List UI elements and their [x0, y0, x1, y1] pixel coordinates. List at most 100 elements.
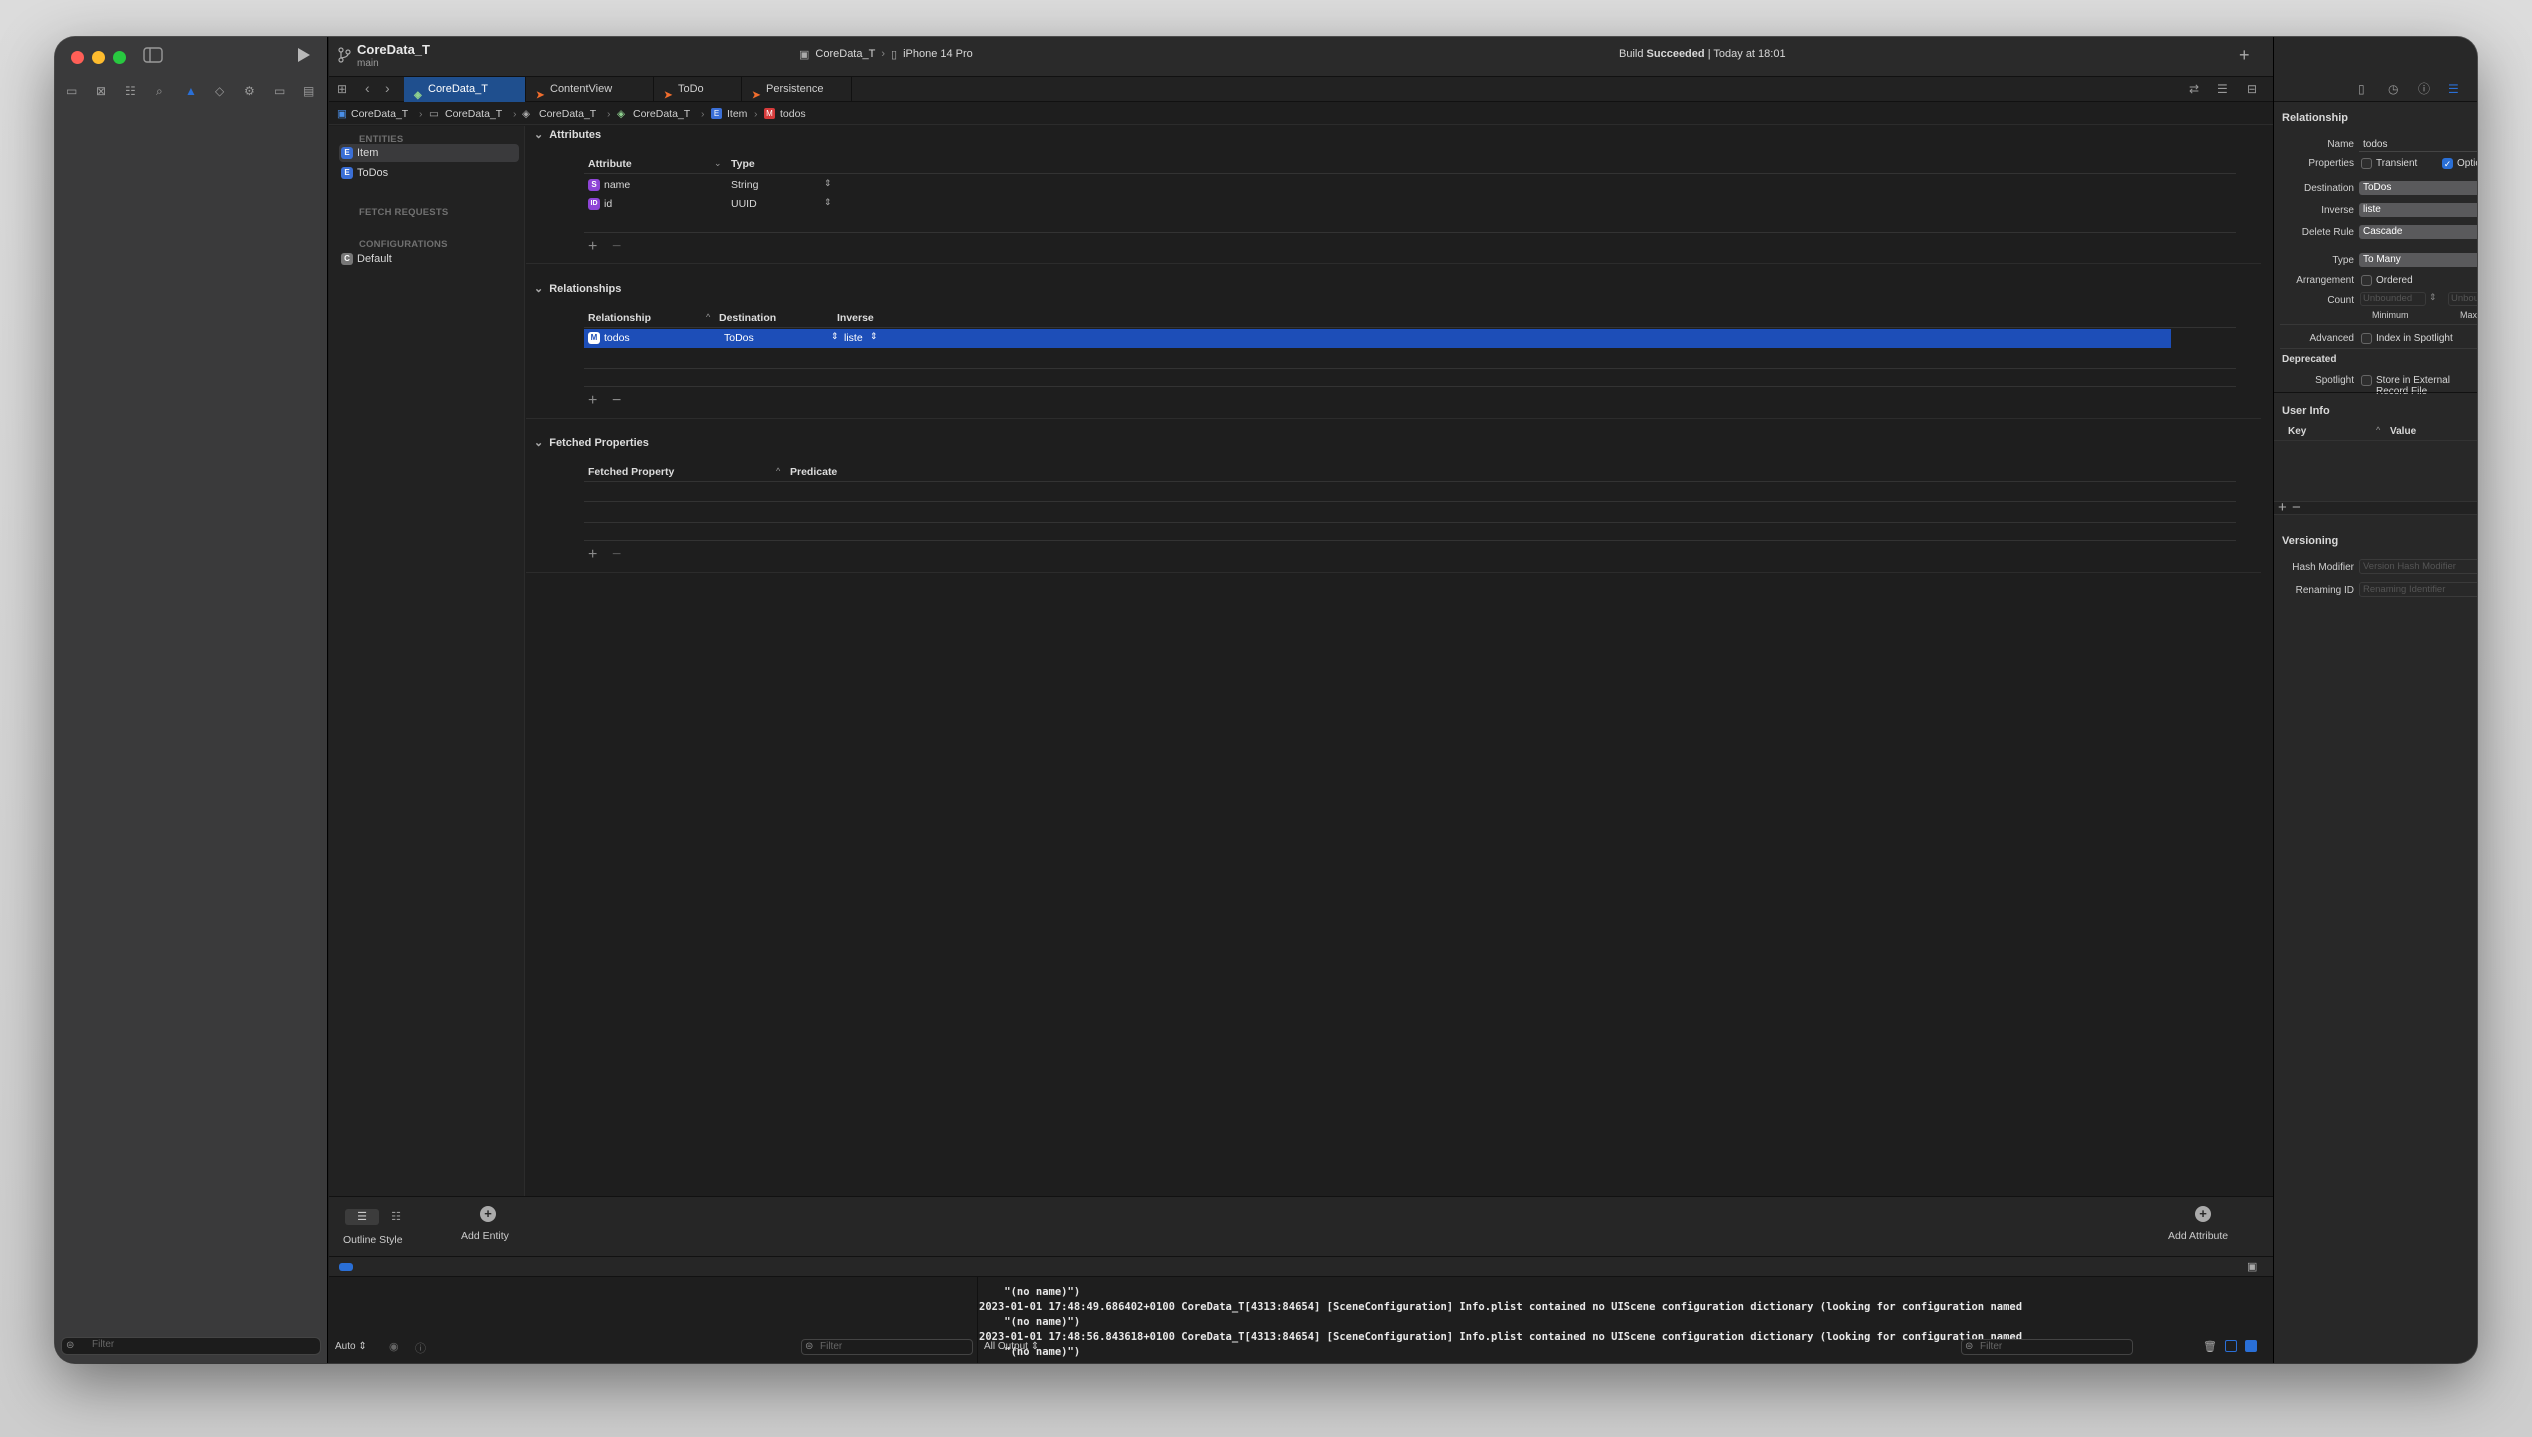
console-filter-field[interactable]: ⊜ Filter — [1961, 1339, 2133, 1355]
trash-icon[interactable]: 🗑 — [2203, 1340, 2217, 1353]
graph-style-icon[interactable]: ☷ — [379, 1209, 413, 1225]
transient-checkbox[interactable] — [2361, 158, 2372, 169]
store-external-checkbox[interactable] — [2361, 375, 2372, 386]
remove-user-info-minus-icon[interactable]: − — [2292, 499, 2301, 516]
column-header-destination[interactable]: Destination — [719, 312, 776, 324]
index-spotlight-checkbox[interactable] — [2361, 333, 2372, 344]
run-icon[interactable] — [295, 47, 311, 63]
split-editor-icon[interactable]: ⊟ — [2247, 82, 2257, 96]
data-model-inspector-icon[interactable]: ☰ — [2448, 82, 2459, 96]
folder-icon[interactable]: ▭ — [66, 84, 77, 98]
remove-relationship-minus-icon[interactable]: − — [612, 392, 621, 410]
breadcrumb-item[interactable]: Item — [727, 108, 747, 120]
back-icon[interactable]: ‹ — [365, 81, 370, 95]
history-icon[interactable]: ◷ — [2388, 82, 2398, 96]
grid-icon[interactable]: ⊞ — [337, 82, 347, 96]
help-icon[interactable]: ⓘ — [2418, 82, 2430, 96]
add-entity-button[interactable]: Add Entity — [461, 1230, 509, 1242]
attributes-section-header[interactable]: ⌄ Attributes — [534, 128, 601, 141]
popup-arrows-icon[interactable]: ⇕ — [831, 331, 839, 342]
debug-icon[interactable]: ⚙ — [244, 84, 255, 98]
ordered-checkbox[interactable] — [2361, 275, 2372, 286]
add-relationship-plus-icon[interactable]: + — [588, 392, 597, 410]
hash-modifier-field[interactable]: Version Hash Modifier — [2359, 559, 2477, 574]
symbol-icon[interactable]: ☷ — [125, 84, 136, 98]
popup-arrows-icon[interactable]: ⇕ — [824, 197, 832, 208]
split-console-icon[interactable]: ▣ — [2247, 1260, 2257, 1273]
entity-item[interactable]: E Item — [339, 144, 519, 162]
test-icon[interactable]: ◇ — [215, 84, 224, 98]
fetched-properties-section-header[interactable]: ⌄ Fetched Properties — [534, 436, 649, 449]
column-header-relationship[interactable]: Relationship — [588, 312, 651, 324]
debug-area-toggle-icon[interactable] — [339, 1263, 353, 1271]
sidebar-filter-field[interactable]: ⊜ Filter — [61, 1337, 321, 1355]
close-button[interactable] — [71, 51, 84, 64]
add-attribute-button[interactable]: Add Attribute — [2168, 1230, 2228, 1242]
configuration-default[interactable]: C Default — [339, 250, 519, 268]
key-column-header[interactable]: Key — [2288, 426, 2306, 437]
issue-icon[interactable]: ▲ — [185, 84, 197, 98]
optional-checkbox[interactable]: ✓ — [2442, 158, 2453, 169]
add-icon[interactable]: + — [2239, 45, 2250, 66]
table-row[interactable]: ID id UUID ⇕ — [584, 195, 2236, 213]
output-popup[interactable]: All Output ⇕ — [984, 1341, 1039, 1352]
value-column-header[interactable]: Value — [2390, 426, 2416, 437]
delete-rule-popup[interactable]: Cascade⇕ — [2359, 225, 2477, 239]
console-view-toggle-icon[interactable] — [2245, 1340, 2257, 1352]
count-maximum-field[interactable]: Unbounded — [2448, 292, 2477, 306]
count-minimum-field[interactable]: Unbounded — [2360, 292, 2426, 306]
breadcrumb-item[interactable]: todos — [780, 108, 806, 120]
column-header-fetched-property[interactable]: Fetched Property — [588, 466, 674, 478]
table-row[interactable]: S name String ⇕ — [584, 176, 2236, 194]
scheme-selector[interactable]: ▣ CoreData_T › ▯ iPhone 14 Pro — [799, 48, 973, 61]
add-attribute-plus-icon[interactable]: + — [588, 238, 597, 256]
zoom-button[interactable] — [113, 51, 126, 64]
remove-attribute-minus-icon[interactable]: − — [612, 238, 621, 256]
forward-icon[interactable]: › — [385, 81, 390, 95]
entity-todos[interactable]: E ToDos — [339, 164, 519, 182]
info-icon[interactable]: ⓘ — [415, 1340, 426, 1356]
sidebar-toggle-icon[interactable] — [143, 47, 163, 63]
minimize-button[interactable] — [92, 51, 105, 64]
name-field[interactable]: todos — [2359, 137, 2477, 152]
relationships-section-header[interactable]: ⌄ Relationships — [534, 282, 621, 295]
destination-popup[interactable]: ToDos⇕ — [2359, 181, 2477, 195]
tab-persistence[interactable]: ➤ Persistence — [742, 77, 852, 102]
add-fetched-property-plus-icon[interactable]: + — [588, 546, 597, 564]
editor-options-icon[interactable]: ☰ — [2217, 82, 2228, 96]
source-control-icon[interactable]: ⊠ — [96, 84, 106, 98]
find-icon[interactable]: ⌕ — [156, 84, 163, 98]
breadcrumb-item[interactable]: CoreData_T — [351, 108, 408, 120]
device-icon: ▯ — [891, 49, 898, 61]
minimum-stepper[interactable]: ⇕ — [2429, 292, 2437, 303]
report-icon[interactable]: ▤ — [303, 84, 314, 98]
file-inspector-icon[interactable]: ▯ — [2358, 82, 2365, 96]
popup-arrows-icon[interactable]: ⇕ — [824, 178, 832, 189]
type-popup[interactable]: To Many⇕ — [2359, 253, 2477, 267]
breakpoint-icon[interactable]: ▭ — [274, 84, 285, 98]
column-header-predicate[interactable]: Predicate — [790, 466, 837, 478]
add-entity-icon[interactable]: + — [480, 1206, 496, 1222]
add-attribute-icon[interactable]: + — [2195, 1206, 2211, 1222]
column-header-attribute[interactable]: Attribute — [588, 158, 632, 170]
breadcrumb-item[interactable]: CoreData_T — [633, 108, 690, 120]
breadcrumb-item[interactable]: CoreData_T — [445, 108, 502, 120]
table-row-selected[interactable]: M todos ToDos ⇕ liste ⇕ — [584, 329, 2171, 348]
variables-view-toggle-icon[interactable] — [2225, 1340, 2237, 1352]
related-items-icon[interactable]: ⇄ — [2189, 82, 2199, 96]
renaming-id-field[interactable]: Renaming Identifier — [2359, 582, 2477, 597]
inverse-popup[interactable]: liste⇕ — [2359, 203, 2477, 217]
remove-fetched-property-minus-icon[interactable]: − — [612, 546, 621, 564]
breadcrumb-item[interactable]: CoreData_T — [539, 108, 596, 120]
variables-filter-field[interactable]: ⊜ Filter — [801, 1339, 973, 1355]
add-user-info-plus-icon[interactable]: + — [2278, 499, 2287, 516]
column-header-inverse[interactable]: Inverse — [837, 312, 874, 324]
table-style-icon[interactable]: ☰ — [345, 1209, 379, 1225]
column-header-type[interactable]: Type — [731, 158, 755, 170]
tab-contentview[interactable]: ➤ ContentView — [526, 77, 654, 102]
auto-popup[interactable]: Auto ⇕ — [335, 1341, 367, 1352]
eye-icon[interactable]: ◉ — [389, 1340, 399, 1353]
tab-coredata[interactable]: ◈ CoreData_T — [404, 77, 526, 102]
tab-todo[interactable]: ➤ ToDo — [654, 77, 742, 102]
popup-arrows-icon[interactable]: ⇕ — [870, 331, 878, 342]
